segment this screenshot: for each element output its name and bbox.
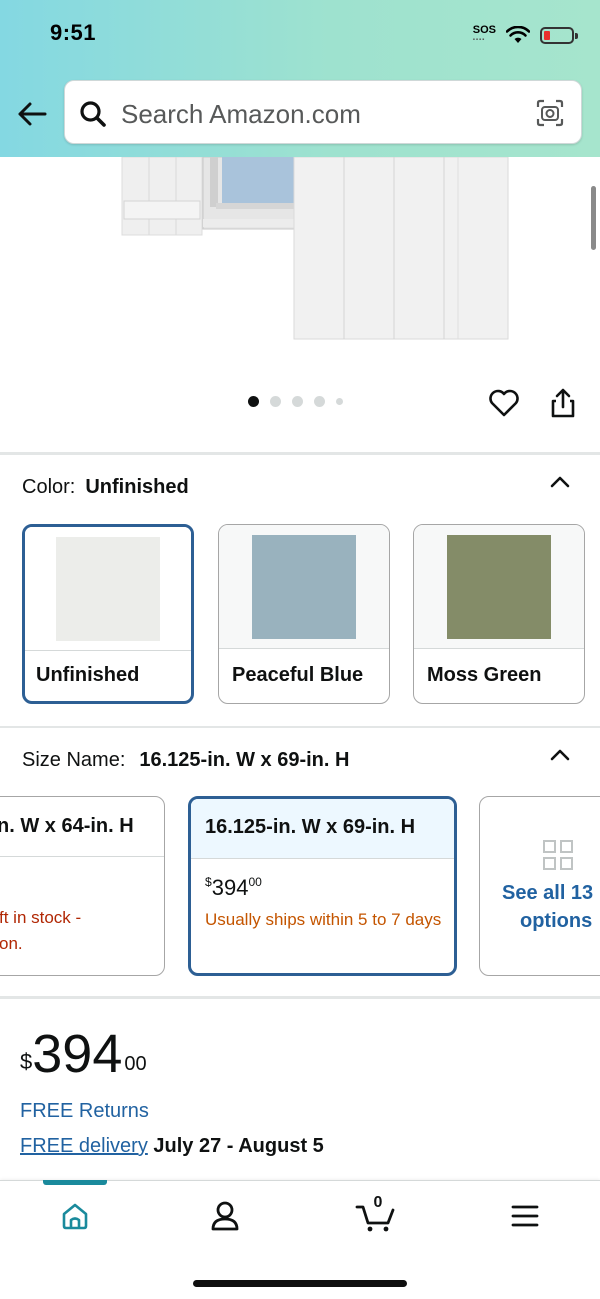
wishlist-button[interactable] — [487, 386, 521, 420]
status-time: 9:51 — [50, 20, 97, 45]
page-scrollbar[interactable] — [591, 186, 596, 250]
pagination-dot[interactable] — [314, 396, 325, 407]
nav-home[interactable] — [55, 1196, 95, 1236]
size-option-price: $39400 — [205, 875, 262, 900]
color-label: Color: Unfinished — [22, 476, 189, 498]
hamburger-menu-icon — [511, 1205, 539, 1227]
color-option-label: Moss Green — [427, 664, 542, 686]
color-selected-value: Unfinished — [85, 476, 189, 498]
size-label: Size Name: 16.125-in. W x 69-in. H — [22, 749, 350, 771]
pagination-dot[interactable] — [336, 398, 343, 405]
heart-icon — [489, 389, 519, 417]
chevron-up-icon[interactable] — [546, 468, 574, 496]
color-swatch — [252, 535, 356, 639]
size-option-69in[interactable]: 16.125-in. W x 69-in. H $39400 Usually s… — [188, 796, 457, 976]
see-all-options-label: See all 13 options — [502, 882, 594, 932]
search-icon — [80, 101, 106, 127]
person-icon — [211, 1201, 239, 1231]
chevron-up-icon[interactable] — [546, 741, 574, 769]
size-option-label: 16.125-in. W x 69-in. H — [205, 816, 416, 838]
pagination-dot[interactable] — [248, 396, 259, 407]
free-delivery-link[interactable]: FREE delivery — [20, 1135, 148, 1157]
size-option-label: n. W x 64-in. H — [0, 815, 134, 837]
cart-count-badge: 0 — [373, 1194, 383, 1211]
back-button[interactable] — [14, 96, 50, 132]
home-icon — [62, 1203, 88, 1230]
color-option-unfinished[interactable]: Unfinished — [22, 524, 194, 704]
free-returns-link[interactable]: FREE Returns — [20, 1100, 149, 1123]
search-input[interactable]: Search Amazon.com — [121, 99, 361, 130]
nav-menu[interactable] — [505, 1196, 545, 1236]
active-tab-indicator — [43, 1180, 107, 1185]
color-swatch — [56, 537, 160, 641]
stock-status: ft in stock - on. — [0, 908, 82, 953]
product-price: $394 00 — [20, 1024, 147, 1084]
pagination-dot[interactable] — [292, 396, 303, 407]
color-option-label: Unfinished — [36, 664, 140, 686]
color-swatch — [447, 535, 551, 639]
share-icon — [551, 388, 575, 418]
home-indicator-bar[interactable] — [193, 1280, 407, 1287]
delivery-info: FREE delivery July 27 - August 5 — [20, 1135, 324, 1158]
see-all-options-button[interactable]: See all 13 options — [479, 796, 600, 976]
search-bar[interactable]: Search Amazon.com — [64, 80, 582, 144]
color-option-label: Peaceful Blue — [232, 664, 364, 686]
pagination-dot[interactable] — [270, 396, 281, 407]
color-option-moss-green[interactable]: Moss Green — [413, 524, 585, 704]
section-divider — [0, 726, 600, 728]
app-header: 9:51 SOS ▪▪▪▪ Search Amazon.com — [0, 0, 600, 157]
battery-icon — [540, 26, 578, 44]
sos-indicator: SOS ▪▪▪▪ — [472, 24, 496, 44]
share-button[interactable] — [546, 386, 580, 420]
size-option-64in[interactable]: n. W x 64-in. H ft in stock - on. — [0, 796, 165, 976]
image-pagination[interactable] — [248, 396, 343, 407]
nav-account[interactable] — [205, 1196, 245, 1236]
size-selected-value: 16.125-in. W x 69-in. H — [139, 749, 350, 771]
back-arrow-icon — [18, 102, 47, 126]
section-divider — [0, 996, 600, 999]
color-option-peaceful-blue[interactable]: Peaceful Blue — [218, 524, 390, 704]
camera-lens-icon[interactable] — [535, 98, 565, 128]
shipping-estimate: Usually ships within 5 to 7 days — [205, 910, 442, 929]
status-icons: SOS ▪▪▪▪ — [472, 24, 578, 46]
wifi-icon — [506, 26, 530, 43]
grid-icon — [543, 840, 573, 870]
section-divider — [0, 452, 600, 455]
delivery-dates: July 27 - August 5 — [153, 1135, 324, 1157]
